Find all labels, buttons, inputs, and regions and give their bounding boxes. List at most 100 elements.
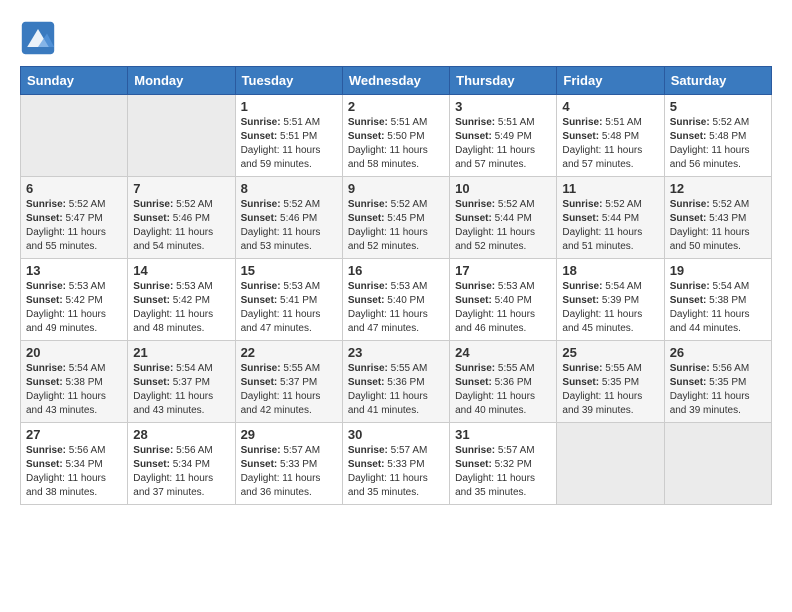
weekday-header: Tuesday xyxy=(235,67,342,95)
calendar-cell: 7Sunrise: 5:52 AMSunset: 5:46 PMDaylight… xyxy=(128,177,235,259)
sunset-label: Sunset: 5:44 PM xyxy=(455,213,532,224)
day-number: 14 xyxy=(133,263,229,278)
cell-content: Sunrise: 5:57 AMSunset: 5:33 PMDaylight:… xyxy=(348,444,444,500)
calendar-cell: 22 Sunrise: 5:55 AMSunset: 5:37 PMDayligh… xyxy=(235,341,342,423)
calendar-cell: 19Sunrise: 5:54 AMSunset: 5:38 PMDayligh… xyxy=(664,259,771,341)
cell-content: Sunrise: 5:51 AMSunset: 5:48 PMDaylight:… xyxy=(562,116,658,172)
calendar-cell xyxy=(557,423,664,505)
calendar-cell: 24Sunrise: 5:55 AMSunset: 5:36 PMDayligh… xyxy=(450,341,557,423)
sunset-label: Sunset: 5:35 PM xyxy=(670,377,747,388)
sunrise-label: Sunrise: 5:52 AM xyxy=(670,117,749,128)
calendar-cell: 13Sunrise: 5:53 AMSunset: 5:42 PMDayligh… xyxy=(21,259,128,341)
calendar-cell xyxy=(664,423,771,505)
calendar-row: 13Sunrise: 5:53 AMSunset: 5:42 PMDayligh… xyxy=(21,259,772,341)
page-header xyxy=(20,20,772,56)
calendar-cell: 23 Sunrise: 5:55 AMSunset: 5:36 PMDayligh… xyxy=(342,341,449,423)
day-number: 3 xyxy=(455,99,551,114)
calendar-cell: 26Sunrise: 5:56 AMSunset: 5:35 PMDayligh… xyxy=(664,341,771,423)
day-number: 10 xyxy=(455,181,551,196)
sunrise-label: Sunrise: 5:52 AM xyxy=(670,199,749,210)
daylight-label: Daylight: 11 hours and 35 minutes. xyxy=(455,473,535,498)
sunset-label: Sunset: 5:39 PM xyxy=(562,295,639,306)
day-number: 13 xyxy=(26,263,122,278)
daylight-label: Daylight: 11 hours and 42 minutes. xyxy=(241,391,321,416)
cell-content: Sunrise: 5:56 AMSunset: 5:35 PMDaylight:… xyxy=(670,362,766,418)
daylight-label: Daylight: 11 hours and 39 minutes. xyxy=(562,391,642,416)
cell-content: Sunrise: 5:54 AMSunset: 5:37 PMDaylight:… xyxy=(133,362,229,418)
daylight-label: Daylight: 11 hours and 37 minutes. xyxy=(133,473,213,498)
calendar-cell: 15 Sunrise: 5:53 AMSunset: 5:41 PMDayligh… xyxy=(235,259,342,341)
cell-content: Sunrise: 5:56 AMSunset: 5:34 PMDaylight:… xyxy=(26,444,122,500)
day-number: 2 xyxy=(348,99,444,114)
sunrise-label: Sunrise: 5:56 AM xyxy=(670,363,749,374)
sunrise-label: Sunrise: 5:52 AM xyxy=(26,199,105,210)
calendar-cell xyxy=(128,95,235,177)
weekday-header: Sunday xyxy=(21,67,128,95)
sunset-label: Sunset: 5:42 PM xyxy=(26,295,103,306)
header-row: SundayMondayTuesdayWednesdayThursdayFrid… xyxy=(21,67,772,95)
daylight-label: Daylight: 11 hours and 52 minutes. xyxy=(348,227,428,252)
calendar-cell: 6Sunrise: 5:52 AMSunset: 5:47 PMDaylight… xyxy=(21,177,128,259)
daylight-label: Daylight: 11 hours and 59 minutes. xyxy=(241,145,321,170)
calendar-cell xyxy=(21,95,128,177)
day-number: 15 xyxy=(241,263,337,278)
calendar-cell: 10 Sunrise: 5:52 AM Sunset: 5:44 PM Dayligh… xyxy=(450,177,557,259)
sunrise-label: Sunrise: 5:53 AM xyxy=(133,281,212,292)
sunrise-label: Sunrise: 5:52 AM xyxy=(455,199,534,210)
sunrise-label: Sunrise: 5:52 AM xyxy=(241,199,320,210)
cell-content: Sunrise: 5:54 AMSunset: 5:39 PMDaylight:… xyxy=(562,280,658,336)
cell-content: Sunrise: 5:52 AMSunset: 5:47 PMDaylight:… xyxy=(26,198,122,254)
sunset-label: Sunset: 5:48 PM xyxy=(670,131,747,142)
daylight-label: Daylight: 11 hours and 46 minutes. xyxy=(455,309,535,334)
weekday-header: Wednesday xyxy=(342,67,449,95)
calendar-cell: 12Sunrise: 5:52 AMSunset: 5:43 PMDayligh… xyxy=(664,177,771,259)
sunrise-label: Sunrise: 5:55 AM xyxy=(562,363,641,374)
sunrise-label: Sunrise: 5:52 AM xyxy=(133,199,212,210)
sunrise-label: Sunrise: 5:54 AM xyxy=(562,281,641,292)
sunrise-label: Sunrise: 5:56 AM xyxy=(133,445,212,456)
daylight-label: Daylight: 11 hours and 51 minutes. xyxy=(562,227,642,252)
calendar-cell: 31Sunrise: 5:57 AMSunset: 5:32 PMDayligh… xyxy=(450,423,557,505)
sunset-label: Sunset: 5:47 PM xyxy=(26,213,103,224)
sunset-label: Sunset: 5:36 PM xyxy=(348,377,425,388)
calendar-cell: 9Sunrise: 5:52 AMSunset: 5:45 PMDaylight… xyxy=(342,177,449,259)
sunset-label: Sunset: 5:48 PM xyxy=(562,131,639,142)
sunset-label: Sunset: 5:45 PM xyxy=(348,213,425,224)
sunrise-label: Sunrise: 5:51 AM xyxy=(241,117,320,128)
sunrise-label: Sunrise: 5:52 AM xyxy=(348,199,427,210)
cell-content: Sunrise: 5:53 AMSunset: 5:41 PMDaylight:… xyxy=(241,280,337,336)
day-number: 22 xyxy=(241,345,337,360)
calendar-cell: 30Sunrise: 5:57 AMSunset: 5:33 PMDayligh… xyxy=(342,423,449,505)
day-number: 4 xyxy=(562,99,658,114)
calendar-row: 6Sunrise: 5:52 AMSunset: 5:47 PMDaylight… xyxy=(21,177,772,259)
cell-content: Sunrise: 5:52 AMSunset: 5:48 PMDaylight:… xyxy=(670,116,766,172)
daylight-label: Daylight: 11 hours and 52 minutes. xyxy=(455,227,535,252)
calendar-cell: 3Sunrise: 5:51 AMSunset: 5:49 PMDaylight… xyxy=(450,95,557,177)
cell-content: Sunrise: 5:53 AMSunset: 5:42 PMDaylight:… xyxy=(133,280,229,336)
day-number: 1 xyxy=(241,99,337,114)
sunrise-label: Sunrise: 5:54 AM xyxy=(26,363,105,374)
sunset-label: Sunset: 5:40 PM xyxy=(348,295,425,306)
sunrise-label: Sunrise: 5:51 AM xyxy=(348,117,427,128)
cell-content: Sunrise: 5:56 AMSunset: 5:34 PMDaylight:… xyxy=(133,444,229,500)
cell-content: Sunrise: 5:55 AMSunset: 5:36 PMDaylight:… xyxy=(348,362,444,418)
sunrise-label: Sunrise: 5:57 AM xyxy=(455,445,534,456)
calendar-cell: 2Sunrise: 5:51 AMSunset: 5:50 PMDaylight… xyxy=(342,95,449,177)
day-number: 8 xyxy=(241,181,337,196)
cell-content: Sunrise: 5:52 AMSunset: 5:46 PMDaylight:… xyxy=(241,198,337,254)
daylight-label: Daylight: 11 hours and 38 minutes. xyxy=(26,473,106,498)
sunrise-label: Sunrise: 5:54 AM xyxy=(133,363,212,374)
sunrise-label: Sunrise: 5:52 AM xyxy=(562,199,641,210)
sunset-label: Sunset: 5:33 PM xyxy=(348,459,425,470)
cell-content: Sunrise: 5:52 AM Sunset: 5:44 PM Daylight:… xyxy=(562,198,658,254)
cell-content: Sunrise: 5:55 AMSunset: 5:37 PMDaylight:… xyxy=(241,362,337,418)
day-number: 23 xyxy=(348,345,444,360)
sunrise-label: Sunrise: 5:56 AM xyxy=(26,445,105,456)
daylight-label: Daylight: 11 hours and 44 minutes. xyxy=(670,309,750,334)
cell-content: Sunrise: 5:52 AMSunset: 5:46 PMDaylight:… xyxy=(133,198,229,254)
sunset-label: Sunset: 5:43 PM xyxy=(670,213,747,224)
calendar-cell: 27Sunrise: 5:56 AMSunset: 5:34 PMDayligh… xyxy=(21,423,128,505)
daylight-label: Daylight: 11 hours and 35 minutes. xyxy=(348,473,428,498)
sunset-label: Sunset: 5:44 PM xyxy=(562,213,639,224)
day-number: 17 xyxy=(455,263,551,278)
